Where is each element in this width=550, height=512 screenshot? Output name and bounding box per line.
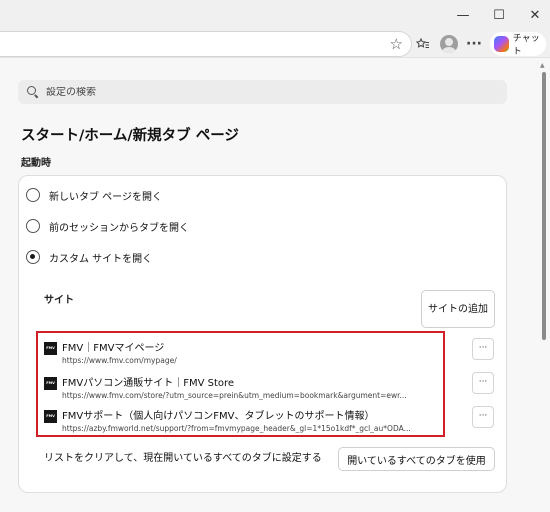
maximize-icon: ☐ (493, 7, 505, 23)
radio-button-selected[interactable] (26, 250, 40, 264)
more-icon[interactable]: ··· (466, 34, 482, 54)
site-item: FMV FMVサポート（個人向けパソコンFMV、タブレットのサポート情報） ht… (44, 407, 444, 437)
fmv-favicon-icon: FMV (44, 342, 57, 355)
title-bar: — ☐ ✕ (0, 0, 550, 30)
radio-label: カスタム サイトを開く (49, 253, 153, 265)
browser-toolbar: ☆ ··· チャット (0, 30, 550, 58)
site-url: https://azby.fmworld.net/support/?from=f… (62, 424, 411, 433)
fmv-favicon-icon: FMV (44, 377, 57, 390)
site-name: FMVサポート（個人向けパソコンFMV、タブレットのサポート情報） (62, 411, 375, 422)
site-url: https://www.fmv.com/store/?utm_source=pr… (62, 391, 407, 400)
site-url: https://www.fmv.com/mypage/ (62, 356, 177, 365)
site-more-button[interactable]: ··· (472, 338, 494, 360)
radio-custom-sites[interactable]: カスタム サイトを開く (26, 247, 152, 267)
star-icon[interactable]: ☆ (390, 35, 403, 53)
close-button[interactable]: ✕ (518, 3, 550, 27)
clear-list-label: リストをクリアして、現在開いているすべてのタブに設定する (44, 453, 322, 464)
copilot-icon (494, 36, 509, 52)
search-input[interactable] (46, 86, 486, 98)
site-name: FMVパソコン通販サイト｜FMV Store (62, 378, 235, 389)
search-icon (27, 86, 39, 98)
page-title: スタート/ホーム/新規タブ ページ (21, 128, 239, 144)
settings-search[interactable] (18, 80, 507, 104)
scroll-up-icon[interactable]: ▲ (540, 62, 545, 69)
profile-icon[interactable] (440, 35, 458, 53)
radio-button[interactable] (26, 219, 40, 233)
site-item: FMV FMVパソコン通販サイト｜FMV Store https://www.f… (44, 374, 444, 404)
copilot-chat-button[interactable]: チャット (490, 32, 546, 57)
maximize-button[interactable]: ☐ (482, 3, 516, 27)
radio-previous-session[interactable]: 前のセッションからタブを開く (26, 216, 189, 236)
site-name: FMV｜FMVマイページ (62, 343, 165, 354)
address-bar[interactable]: ☆ (0, 31, 412, 57)
startup-section-label: 起動時 (21, 158, 51, 169)
minimize-button[interactable]: — (446, 3, 480, 27)
close-icon: ✕ (529, 7, 541, 23)
favorites-icon[interactable] (416, 34, 430, 54)
use-open-tabs-button[interactable]: 開いているすべてのタブを使用 (338, 447, 495, 471)
fmv-favicon-icon: FMV (44, 410, 57, 423)
add-site-button[interactable]: サイトの追加 (421, 290, 495, 328)
radio-new-tab[interactable]: 新しいタブ ページを開く (26, 185, 162, 205)
chat-label: チャット (512, 34, 540, 57)
site-more-button[interactable]: ··· (472, 406, 494, 428)
site-item: FMV FMV｜FMVマイページ https://www.fmv.com/myp… (44, 339, 444, 369)
radio-label: 新しいタブ ページを開く (49, 191, 162, 203)
radio-label: 前のセッションからタブを開く (49, 222, 189, 234)
minimize-icon: — (456, 7, 470, 23)
radio-button[interactable] (26, 188, 40, 202)
site-more-button[interactable]: ··· (472, 372, 494, 394)
sites-label: サイト (44, 295, 74, 306)
scrollbar-thumb[interactable] (542, 72, 546, 340)
